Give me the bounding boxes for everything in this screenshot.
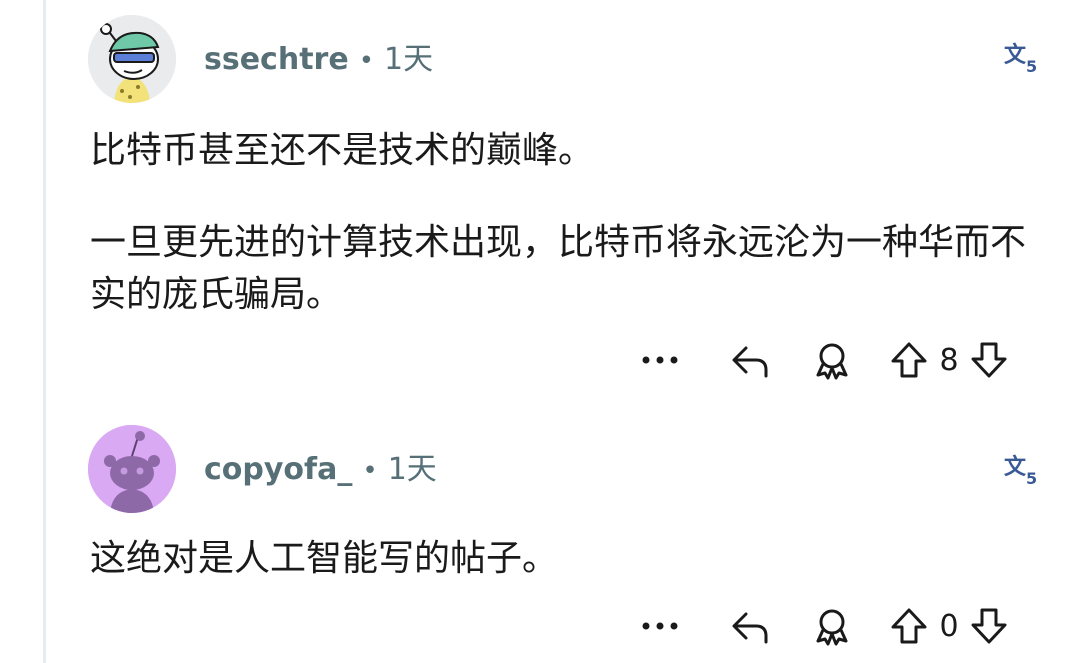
more-options-button[interactable] — [630, 598, 690, 654]
reply-button[interactable] — [720, 332, 780, 388]
vote-score: 0 — [939, 608, 959, 644]
vote-score: 8 — [939, 342, 959, 378]
upvote-button[interactable] — [884, 332, 934, 388]
comment-paragraph: 比特币甚至还不是技术的巅峰。 — [90, 130, 595, 171]
meta-separator: • — [362, 456, 378, 486]
avatar[interactable] — [88, 15, 176, 103]
svg-text:5: 5 — [1026, 57, 1037, 76]
avatar[interactable] — [88, 425, 176, 513]
translate-button[interactable]: 文 5 — [1000, 450, 1044, 490]
comment-actions: 8 — [630, 332, 1014, 388]
downvote-button[interactable] — [964, 332, 1014, 388]
snoo-sunglasses-avatar-icon — [88, 15, 176, 103]
reply-arrow-icon — [732, 346, 768, 378]
comment-meta: copyofa_ • 1天 — [204, 450, 437, 491]
award-button[interactable] — [802, 332, 862, 388]
username[interactable]: copyofa_ — [204, 452, 352, 487]
upvote-button[interactable] — [884, 598, 934, 654]
downvote-arrow-icon — [971, 608, 1007, 644]
username[interactable]: ssechtre — [204, 42, 349, 77]
comment-actions: 0 — [630, 598, 1014, 654]
more-options-button[interactable] — [630, 332, 690, 388]
upvote-arrow-icon — [891, 342, 927, 378]
reply-arrow-icon — [732, 612, 768, 644]
award-icon — [816, 343, 848, 380]
comment-paragraph: 这绝对是人工智能写的帖子。 — [90, 538, 559, 579]
award-button[interactable] — [802, 598, 862, 654]
translate-button[interactable]: 文 5 — [1000, 38, 1044, 78]
translate-icon: 文 5 — [1004, 454, 1037, 488]
more-dots-icon — [642, 356, 678, 364]
reply-button[interactable] — [720, 598, 780, 654]
downvote-arrow-icon — [971, 342, 1007, 378]
award-icon — [816, 609, 848, 646]
svg-text:文: 文 — [1004, 42, 1027, 68]
svg-text:文: 文 — [1004, 454, 1027, 480]
meta-separator: • — [358, 46, 375, 76]
svg-text:5: 5 — [1026, 469, 1037, 488]
comment: copyofa_ • 1天 文 5 这绝对是人工智能写的帖子。 0 — [0, 400, 1085, 663]
snoo-default-avatar-icon — [88, 425, 176, 513]
translate-icon: 文 5 — [1004, 42, 1037, 76]
comment-body: 比特币甚至还不是技术的巅峰。 一旦更先进的计算技术出现，比特币将永远沦为一种华而… — [90, 125, 1050, 321]
timestamp: 1天 — [384, 42, 434, 77]
downvote-button[interactable] — [964, 598, 1014, 654]
comment-paragraph: 一旦更先进的计算技术出现，比特币将永远沦为一种华而不实的庞氏骗局。 — [90, 222, 1027, 315]
comment-meta: ssechtre • 1天 — [204, 40, 433, 81]
comment: ssechtre • 1天 文 5 比特币甚至还不是技术的巅峰。 一旦更先进的计算技… — [0, 0, 1085, 400]
upvote-arrow-icon — [891, 608, 927, 644]
timestamp: 1天 — [387, 452, 437, 487]
comment-body: 这绝对是人工智能写的帖子。 — [90, 533, 1050, 585]
more-dots-icon — [642, 622, 678, 630]
